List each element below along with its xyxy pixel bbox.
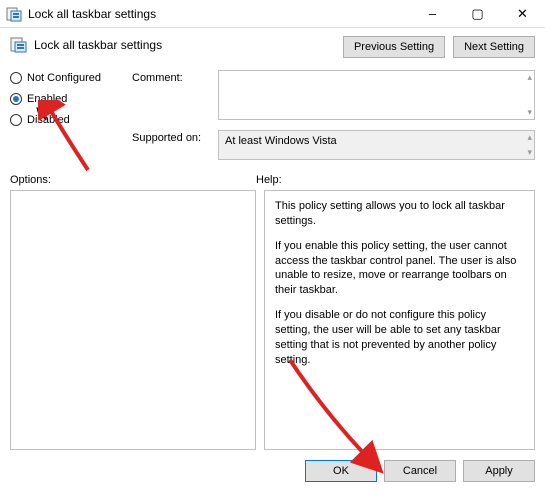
panels-row: This policy setting allows you to lock a…: [10, 190, 535, 450]
title-bar: Lock all taskbar settings – ▢ ✕: [0, 0, 545, 28]
config-row: Not Configured Enabled Disabled Comment:…: [10, 70, 535, 160]
help-paragraph: This policy setting allows you to lock a…: [275, 199, 524, 229]
scroll-up-icon: ▴: [527, 72, 532, 83]
comment-textarea[interactable]: ▴ ▾: [218, 70, 535, 120]
maximize-button[interactable]: ▢: [455, 0, 500, 27]
apply-button[interactable]: Apply: [463, 460, 535, 482]
dialog-footer: OK Cancel Apply: [10, 460, 535, 482]
policy-icon: [10, 36, 28, 54]
cancel-button[interactable]: Cancel: [384, 460, 456, 482]
policy-title: Lock all taskbar settings: [34, 36, 343, 52]
radio-dot-icon: [10, 72, 22, 84]
header-row: Lock all taskbar settings Previous Setti…: [10, 36, 535, 58]
ok-button[interactable]: OK: [305, 460, 377, 482]
panel-labels: Options: Help:: [10, 174, 535, 186]
radio-label: Enabled: [27, 93, 67, 105]
scroll-down-icon: ▾: [527, 107, 532, 118]
radio-dot-selected-icon: [10, 93, 22, 105]
gpedit-icon: [6, 6, 22, 22]
radio-label: Not Configured: [27, 72, 101, 84]
supported-row: Supported on: At least Windows Vista ▴ ▾: [132, 130, 535, 160]
fields-col: Comment: ▴ ▾ Supported on: At least Wind…: [132, 70, 535, 160]
scroll-up-icon: ▴: [527, 132, 532, 143]
supported-value: At least Windows Vista: [225, 135, 337, 147]
help-paragraph: If you enable this policy setting, the u…: [275, 239, 524, 298]
help-paragraph: If you disable or do not configure this …: [275, 308, 524, 367]
radio-not-configured[interactable]: Not Configured: [10, 72, 120, 84]
radio-disabled[interactable]: Disabled: [10, 114, 120, 126]
close-button[interactable]: ✕: [500, 0, 545, 27]
help-label: Help:: [256, 174, 282, 186]
radio-enabled[interactable]: Enabled: [10, 93, 120, 105]
supported-label: Supported on:: [132, 130, 210, 144]
dialog-content: Lock all taskbar settings Previous Setti…: [0, 28, 545, 492]
window-title: Lock all taskbar settings: [28, 7, 410, 21]
state-radios: Not Configured Enabled Disabled: [10, 70, 120, 160]
comment-row: Comment: ▴ ▾: [132, 70, 535, 120]
options-label: Options:: [10, 174, 256, 186]
nav-buttons: Previous Setting Next Setting: [343, 36, 535, 58]
radio-label: Disabled: [27, 114, 70, 126]
help-panel: This policy setting allows you to lock a…: [264, 190, 535, 450]
scroll-down-icon: ▾: [527, 147, 532, 158]
minimize-button[interactable]: –: [410, 0, 455, 27]
supported-on-field: At least Windows Vista ▴ ▾: [218, 130, 535, 160]
comment-label: Comment:: [132, 70, 210, 84]
next-setting-button[interactable]: Next Setting: [453, 36, 535, 58]
window-controls: – ▢ ✕: [410, 0, 545, 27]
previous-setting-button[interactable]: Previous Setting: [343, 36, 445, 58]
options-panel: [10, 190, 256, 450]
radio-dot-icon: [10, 114, 22, 126]
